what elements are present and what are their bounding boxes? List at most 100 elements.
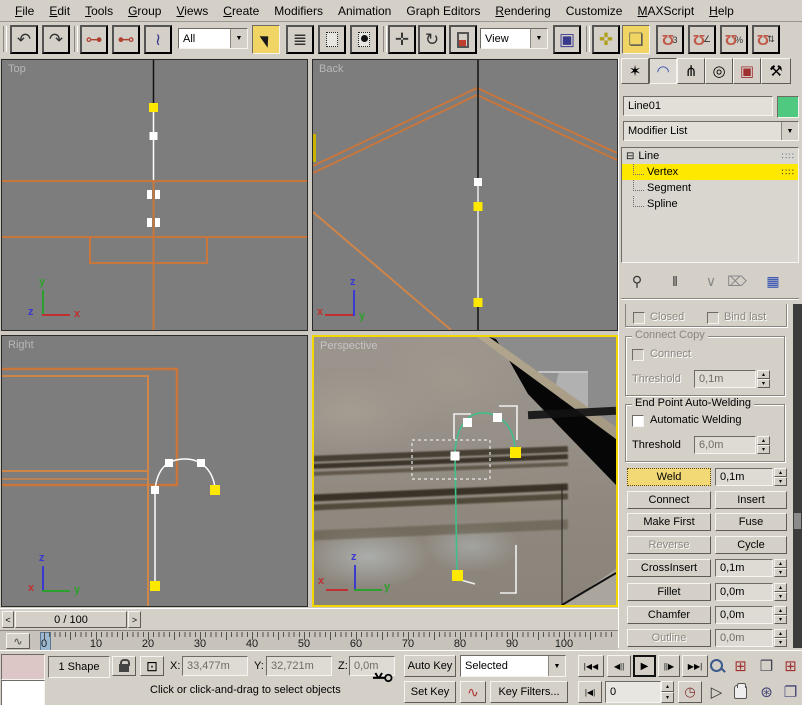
spinner-down-icon[interactable]: ▾: [774, 568, 787, 577]
frame-spinner[interactable]: ▴ ▾: [661, 681, 674, 703]
time-slider-handle[interactable]: 0 / 100: [15, 611, 127, 628]
spinner-snap-button[interactable]: Ω⇅: [752, 25, 780, 54]
vertex-selected[interactable]: [452, 570, 463, 581]
use-pivot-center-button[interactable]: ▣: [553, 25, 581, 54]
fuse-button[interactable]: Fuse: [715, 513, 787, 531]
vertex[interactable]: [151, 486, 159, 494]
fillet-button[interactable]: Fillet: [627, 583, 711, 601]
zoom-all-button[interactable]: ⊞: [729, 654, 752, 677]
spinner-down-icon[interactable]: ▾: [757, 379, 770, 388]
spinner-down-icon[interactable]: ▾: [774, 638, 787, 647]
viewport-right[interactable]: Right z y x: [1, 335, 308, 607]
menu-help[interactable]: Help: [702, 2, 741, 20]
previous-frame-button[interactable]: ◀||: [607, 655, 631, 677]
viewport-perspective[interactable]: Perspective z x y: [312, 335, 618, 607]
spinner-up-icon[interactable]: ▴: [774, 468, 787, 477]
chamfer-value-field[interactable]: 0,0m: [715, 606, 773, 624]
vertex[interactable]: [493, 413, 502, 422]
weld-threshold-spinner[interactable]: ▴ ▾: [757, 436, 770, 454]
spinner-down-icon[interactable]: ▾: [661, 692, 674, 703]
scrollbar-thumb[interactable]: [794, 513, 801, 529]
vertex[interactable]: [155, 218, 160, 227]
chamfer-button[interactable]: Chamfer: [627, 606, 711, 624]
vertex[interactable]: [150, 132, 158, 140]
rectangular-selection-button[interactable]: [318, 25, 346, 54]
spinner-up-icon[interactable]: ▴: [774, 559, 787, 568]
keyboard-shortcut-override-button[interactable]: ⚷: [366, 659, 400, 697]
weld-value-field[interactable]: 0,1m: [715, 468, 773, 486]
vertex[interactable]: [165, 459, 173, 467]
chevron-down-icon[interactable]: ▼: [230, 29, 247, 48]
selection-lock-button[interactable]: [112, 656, 136, 676]
mini-curve-editor-button[interactable]: ∿: [6, 633, 30, 649]
weld-threshold-field[interactable]: 6,0m: [694, 436, 756, 454]
vertex[interactable]: [197, 459, 205, 467]
coord-system-dropdown[interactable]: View ▼: [480, 28, 548, 49]
timeslider-prev-button[interactable]: <: [2, 611, 14, 628]
menu-rendering[interactable]: Rendering: [488, 2, 557, 20]
tab-motion[interactable]: ◎: [705, 58, 733, 84]
viewport-back[interactable]: Back z x y: [312, 59, 618, 331]
make-unique-button[interactable]: ∨: [699, 270, 723, 292]
spinner-up-icon[interactable]: ▴: [757, 370, 770, 379]
reverse-button[interactable]: Reverse: [627, 536, 711, 554]
crossinsert-button[interactable]: CrossInsert: [627, 559, 711, 577]
rollout-scrollbar[interactable]: [793, 304, 802, 648]
tab-create[interactable]: ✶: [621, 58, 649, 84]
collapse-icon[interactable]: ⊟: [626, 151, 634, 162]
vertex[interactable]: [463, 418, 472, 427]
tab-hierarchy[interactable]: ⋔: [677, 58, 705, 84]
select-by-name-button[interactable]: ≣: [286, 25, 314, 54]
zoom-extents-all-button[interactable]: ⊞: [779, 654, 802, 677]
unlink-selection-button[interactable]: ⊷: [112, 25, 140, 54]
fillet-spinner[interactable]: ▴ ▾: [774, 583, 787, 601]
menu-maxscript[interactable]: MAXScript: [630, 2, 701, 20]
select-object-button[interactable]: [252, 25, 280, 54]
stack-item-vertex[interactable]: Vertex ∷∷: [622, 164, 798, 180]
object-color-swatch[interactable]: [777, 96, 799, 118]
pin-stack-button[interactable]: ⚲: [625, 270, 649, 292]
chamfer-spinner[interactable]: ▴ ▾: [774, 606, 787, 624]
selection-filter-dropdown[interactable]: All ▼: [178, 28, 248, 49]
vertex-selected[interactable]: [474, 202, 483, 211]
menu-file[interactable]: File: [8, 2, 41, 20]
absolute-offset-toggle-button[interactable]: ⊡: [140, 656, 164, 676]
connect-checkbox[interactable]: [632, 349, 644, 361]
maximize-viewport-button[interactable]: ❐: [779, 680, 802, 703]
pan-button[interactable]: [729, 680, 752, 703]
snaps-toggle-button[interactable]: ❏: [622, 25, 650, 54]
zoom-extents-button[interactable]: ❒: [755, 654, 778, 677]
vertex-selected[interactable]: [150, 581, 160, 591]
vertex-selected[interactable]: [210, 485, 220, 495]
field-of-view-button[interactable]: ▷: [705, 680, 728, 703]
vertex-selected[interactable]: [474, 298, 483, 307]
viewport-right-label[interactable]: Right: [8, 339, 34, 351]
spinner-down-icon[interactable]: ▾: [757, 445, 770, 454]
bind-last-checkbox[interactable]: [707, 312, 719, 324]
chevron-down-icon[interactable]: ▼: [781, 122, 798, 140]
chevron-down-icon[interactable]: ▼: [530, 29, 547, 48]
set-key-button[interactable]: Set Key: [404, 681, 456, 703]
select-and-link-button[interactable]: ⊶: [80, 25, 108, 54]
outline-value-field[interactable]: 0,0m: [715, 629, 773, 647]
spinner-up-icon[interactable]: ▴: [757, 436, 770, 445]
insert-button[interactable]: Insert: [715, 491, 787, 509]
maxscript-mini-listener-pink[interactable]: [1, 654, 45, 680]
spinner-up-icon[interactable]: ▴: [661, 681, 674, 692]
time-configuration-button[interactable]: ◷: [678, 681, 702, 703]
configure-modifier-sets-button[interactable]: ▦: [761, 270, 785, 292]
menu-animation[interactable]: Animation: [331, 2, 398, 20]
go-to-start-button[interactable]: |◀◀: [578, 655, 604, 677]
select-and-move-button[interactable]: ✛: [388, 25, 416, 54]
viewport-perspective-label[interactable]: Perspective: [320, 340, 377, 352]
x-coord-field[interactable]: 33,477m: [182, 656, 248, 676]
menu-customize[interactable]: Customize: [559, 2, 630, 20]
weld-spinner[interactable]: ▴ ▾: [774, 468, 787, 486]
redo-button[interactable]: ↷: [42, 25, 70, 54]
vertex-selected[interactable]: [149, 103, 158, 112]
key-filters-button[interactable]: Key Filters...: [490, 681, 568, 703]
vertex[interactable]: [474, 178, 482, 186]
outline-button[interactable]: Outline: [627, 629, 711, 647]
default-tangent-button[interactable]: ∿: [460, 681, 486, 703]
stack-item-spline[interactable]: Spline: [622, 196, 798, 212]
